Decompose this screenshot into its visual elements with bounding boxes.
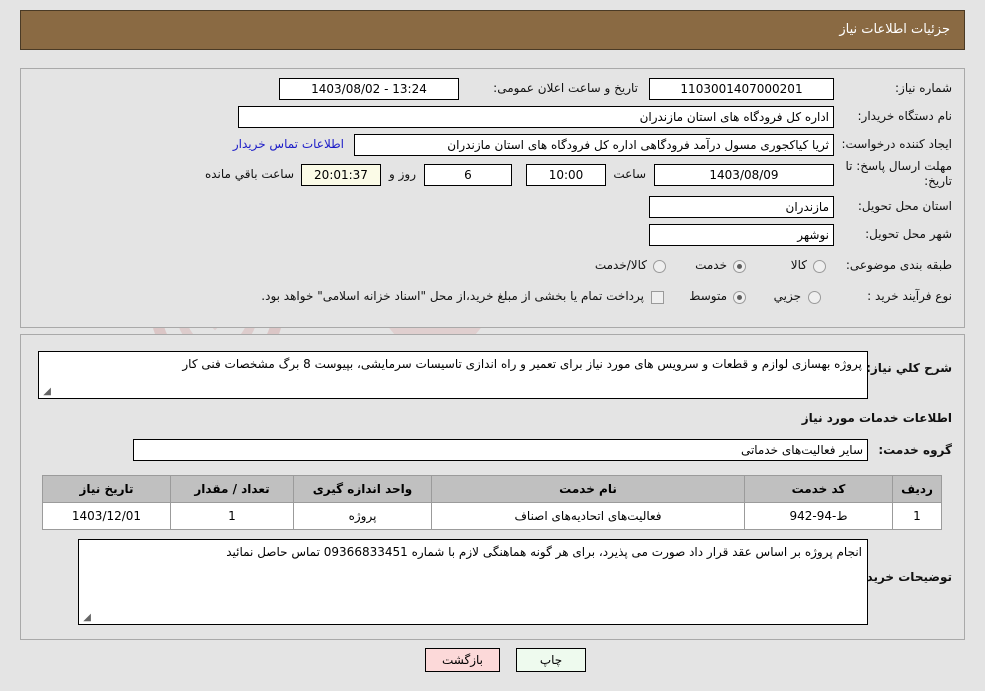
resize-grip-icon[interactable]: ◢: [81, 613, 91, 623]
need-summary-panel: شماره نیاز: 1103001407000201 تاریخ و ساع…: [20, 68, 965, 328]
radio-category-khedmat-label: خدمت: [695, 258, 727, 272]
hour-label: ساعت: [613, 167, 646, 181]
buyer-contact-link[interactable]: اطلاعات تماس خریدار: [233, 137, 344, 151]
cell-code: ط-94-942: [744, 502, 893, 530]
back-button[interactable]: بازگشت: [425, 648, 500, 672]
cell-name: فعالیت‌های اتحادیه‌های اصناف: [431, 502, 745, 530]
public-announce-value: 13:24 - 1403/08/02: [279, 78, 459, 100]
radio-category-kala[interactable]: [813, 260, 826, 273]
days-word-label: روز و: [389, 167, 416, 181]
cell-radif: 1: [892, 502, 942, 530]
col-quantity: تعداد / مقدار: [170, 475, 294, 503]
services-table: ردیف کد خدمت نام خدمت واحد اندازه گیری ت…: [42, 475, 942, 530]
buyer-notes-textarea[interactable]: انجام پروژه بر اساس عقد قرار داد صورت می…: [78, 539, 868, 625]
table-row: 1 ط-94-942 فعالیت‌های اتحادیه‌های اصناف …: [42, 502, 942, 530]
radio-process-jozei[interactable]: [808, 291, 821, 304]
creator-value: ثریا کیاکجوری مسول درآمد فرودگاهی اداره …: [354, 134, 834, 156]
description-textarea[interactable]: پروژه بهسازی لوازم و قطعات و سرویس های م…: [38, 351, 868, 399]
checkbox-islamic-treasury-bonds-label: پرداخت تمام یا بخشی از مبلغ خرید،از محل …: [261, 289, 644, 303]
col-unit: واحد اندازه گیری: [293, 475, 432, 503]
page-header-bar: جزئیات اطلاعات نیاز: [20, 10, 965, 50]
radio-category-kala-khedmat[interactable]: [653, 260, 666, 273]
deadline-label: مهلت ارسال پاسخ: تا تاریخ:: [845, 159, 952, 188]
province-value: مازندران: [649, 196, 834, 218]
service-group-label: گروه خدمت:: [878, 443, 952, 457]
description-value: پروژه بهسازی لوازم و قطعات و سرویس های م…: [182, 357, 862, 371]
process-label: نوع فرآیند خرید :: [867, 289, 952, 303]
buyer-notes-value: انجام پروژه بر اساس عقد قرار داد صورت می…: [226, 545, 862, 559]
radio-process-jozei-label: جزیي: [773, 289, 801, 303]
public-announce-label: تاریخ و ساعت اعلان عمومی:: [493, 81, 638, 95]
city-label: شهر محل تحویل:: [865, 227, 952, 241]
print-button[interactable]: چاپ: [516, 648, 586, 672]
col-code: کد خدمت: [744, 475, 893, 503]
radio-process-motevaset[interactable]: [733, 291, 746, 304]
buyer-notes-label: توضیحات خریدار:: [850, 570, 952, 584]
remaining-suffix-label: ساعت باقي مانده: [204, 167, 294, 181]
radio-category-kala-khedmat-label: کالا/خدمت: [594, 258, 647, 272]
description-label: شرح کلي نیاز:: [866, 361, 952, 375]
cell-date: 1403/12/01: [42, 502, 171, 530]
deadline-time-value: 10:00: [526, 164, 606, 186]
resize-grip-icon[interactable]: ◢: [41, 387, 51, 397]
radio-category-khedmat[interactable]: [733, 260, 746, 273]
buyer-org-label: نام دستگاه خریدار:: [857, 109, 953, 123]
radio-category-kala-label: کالا: [790, 258, 807, 272]
col-radif: ردیف: [892, 475, 942, 503]
need-number-label: شماره نیاز:: [895, 81, 952, 95]
province-label: استان محل تحویل:: [857, 199, 952, 213]
service-group-value: سایر فعالیت‌های خدماتی: [133, 439, 868, 461]
time-remaining-value: 20:01:37: [301, 164, 381, 186]
city-value: نوشهر: [649, 224, 834, 246]
need-number-value: 1103001407000201: [649, 78, 834, 100]
cell-quantity: 1: [170, 502, 294, 530]
category-label: طبقه بندی موضوعی:: [845, 258, 952, 272]
col-name: نام خدمت: [431, 475, 745, 503]
col-date: تاریخ نیاز: [42, 475, 171, 503]
page-title: جزئیات اطلاعات نیاز: [839, 22, 950, 37]
radio-process-motevaset-label: متوسط: [689, 289, 727, 303]
services-section-title: اطلاعات خدمات مورد نیاز: [801, 411, 952, 425]
deadline-date-value: 1403/08/09: [654, 164, 834, 186]
buyer-org-value: اداره کل فرودگاه های استان مازندران: [238, 106, 834, 128]
cell-unit: پروژه: [293, 502, 432, 530]
table-header-row: ردیف کد خدمت نام خدمت واحد اندازه گیری ت…: [42, 475, 942, 503]
creator-label: ایجاد کننده درخواست:: [841, 137, 952, 151]
days-remaining-value: 6: [424, 164, 512, 186]
need-details-panel: شرح کلي نیاز: پروژه بهسازی لوازم و قطعات…: [20, 334, 965, 640]
checkbox-islamic-treasury-bonds[interactable]: [651, 291, 664, 304]
